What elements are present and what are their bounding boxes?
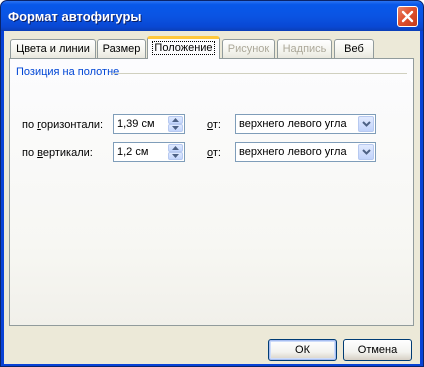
tab-web[interactable]: Веб <box>334 39 374 58</box>
window-title: Формат автофигуры <box>8 9 142 24</box>
horizontal-position-spinner[interactable]: 1,39 см <box>113 114 185 134</box>
horizontal-from-value: верхнего левого угла <box>239 118 347 130</box>
cancel-button[interactable]: Отмена <box>343 339 412 361</box>
chevron-down-icon <box>362 149 371 155</box>
vertical-position-spinner[interactable]: 1,2 см <box>113 142 185 162</box>
ok-button[interactable]: ОК <box>268 339 337 361</box>
vertical-dropdown-button[interactable] <box>358 144 374 160</box>
tab-panel-position: Позиция на полотне по горизонтали: 1,39 … <box>9 58 414 326</box>
vertical-from-dropdown[interactable]: верхнего левого угла <box>235 142 376 162</box>
horizontal-from-label: от: <box>207 119 221 131</box>
chevron-down-icon <box>362 121 371 127</box>
tab-textbox: Надпись <box>277 39 332 58</box>
close-button[interactable] <box>397 6 418 27</box>
title-bar[interactable]: Формат автофигуры <box>1 1 423 31</box>
vertical-value[interactable]: 1,2 см <box>117 146 148 158</box>
close-icon <box>401 10 414 23</box>
arrow-down-icon <box>172 126 179 130</box>
tab-colors-lines[interactable]: Цвета и линии <box>10 39 96 58</box>
group-title: Позиция на полотне <box>16 66 120 78</box>
group-divider <box>112 73 407 74</box>
horizontal-spin-down-button[interactable] <box>168 124 183 132</box>
arrow-up-icon <box>172 118 179 122</box>
vertical-from-value: верхнего левого угла <box>239 146 347 158</box>
vertical-label: по вертикали: <box>22 147 93 159</box>
horizontal-from-dropdown[interactable]: верхнего левого угла <box>235 114 376 134</box>
tab-strip: Цвета и линии Размер Положение Рисунок Н… <box>4 31 420 61</box>
vertical-spin-up-button[interactable] <box>168 144 183 152</box>
tab-size[interactable]: Размер <box>97 39 146 58</box>
vertical-from-label: от: <box>207 147 221 159</box>
horizontal-label: по горизонтали: <box>22 119 104 131</box>
arrow-down-icon <box>172 154 179 158</box>
dialog-client: Цвета и линии Размер Положение Рисунок Н… <box>4 31 420 364</box>
tab-position[interactable]: Положение <box>147 36 220 59</box>
tab-picture: Рисунок <box>222 39 275 58</box>
arrow-up-icon <box>172 146 179 150</box>
horizontal-dropdown-button[interactable] <box>358 116 374 132</box>
horizontal-spin-up-button[interactable] <box>168 116 183 124</box>
vertical-spin-down-button[interactable] <box>168 152 183 160</box>
dialog-window: Формат автофигуры Цвета и линии Размер П… <box>0 0 424 367</box>
horizontal-value[interactable]: 1,39 см <box>117 118 155 130</box>
